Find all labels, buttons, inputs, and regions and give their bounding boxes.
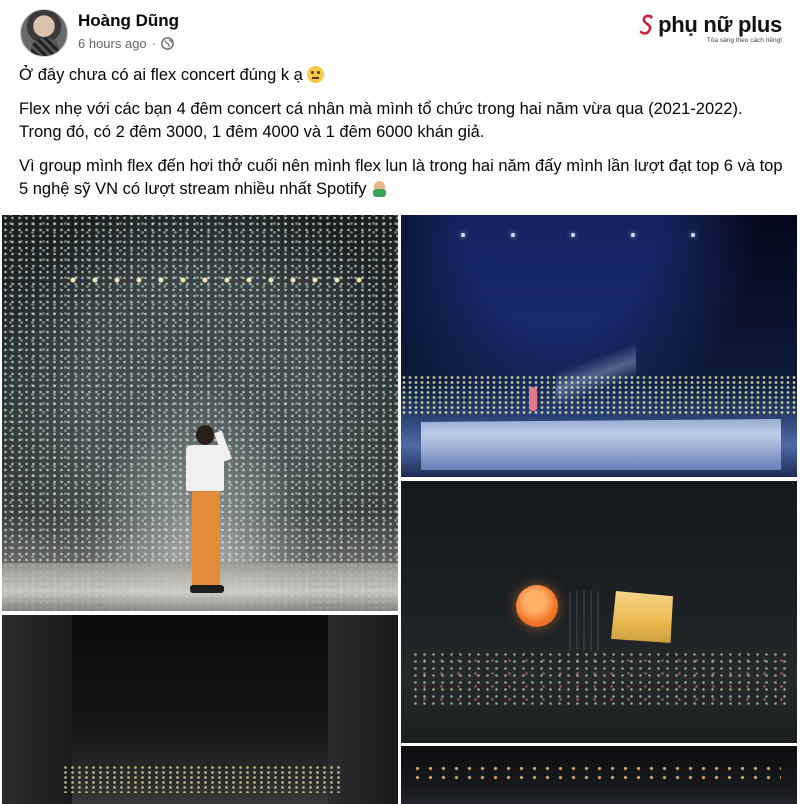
- post-meta: 6 hours ago ·: [78, 36, 174, 51]
- person-phone-emoji-icon: [371, 180, 388, 197]
- brand-watermark: phụ nữ plus Tỏa sáng theo cách riêng!: [639, 12, 782, 44]
- post-paragraph-2: Flex nhẹ với các bạn 4 đêm concert cá nh…: [19, 100, 743, 141]
- blue-stage-photo[interactable]: [401, 215, 797, 477]
- paragraph-3-text: Vì group mình flex đến hơi thở cuối nên …: [19, 157, 783, 198]
- neutral-face-emoji-icon: [307, 66, 325, 83]
- confetti-stage-photo[interactable]: [2, 215, 398, 611]
- spotlight-beam: [556, 345, 636, 405]
- ceiling-light: [511, 233, 515, 237]
- ceiling-light: [461, 233, 465, 237]
- dark-hall-photo[interactable]: [2, 615, 398, 804]
- globe-icon[interactable]: [161, 37, 174, 50]
- author-avatar[interactable]: [20, 9, 68, 57]
- stage-truss: [569, 591, 599, 651]
- ceiling-light: [631, 233, 635, 237]
- lit-screen: [611, 591, 673, 643]
- post-body: Ở đây chưa có ai flex concert đúng k ạ F…: [19, 64, 789, 212]
- orange-moon-stage-photo[interactable]: [401, 481, 797, 743]
- ceiling-light: [691, 233, 695, 237]
- paragraph-1-text: Ở đây chưa có ai flex concert đúng k ạ: [19, 66, 303, 84]
- stage-lights: [62, 270, 362, 290]
- stage-platform: [421, 419, 781, 470]
- ceiling-light: [571, 233, 575, 237]
- performer-figure: [183, 425, 233, 595]
- post-header: Hoàng Dũng 6 hours ago · phụ nữ plus Tỏa…: [0, 0, 800, 66]
- brand-logo-icon: [639, 14, 653, 35]
- crowd-lights: [62, 765, 342, 793]
- post-timestamp[interactable]: 6 hours ago: [78, 36, 147, 51]
- crowd-lights: [411, 764, 781, 784]
- post-paragraph-3: Vì group mình flex đến hơi thở cuối nên …: [19, 155, 789, 201]
- performer-figure: [529, 387, 537, 411]
- post-paragraph-1: Ở đây chưa có ai flex concert đúng k ạ: [19, 64, 789, 87]
- orange-moon-prop: [516, 585, 558, 627]
- author-name[interactable]: Hoàng Dũng: [78, 11, 179, 31]
- brand-name: phụ nữ plus: [658, 12, 782, 37]
- crowd-lights-photo[interactable]: [401, 746, 797, 804]
- crowd-lights: [411, 651, 791, 706]
- brand-tagline: Tỏa sáng theo cách riêng!: [706, 37, 782, 44]
- meta-separator: ·: [151, 36, 157, 51]
